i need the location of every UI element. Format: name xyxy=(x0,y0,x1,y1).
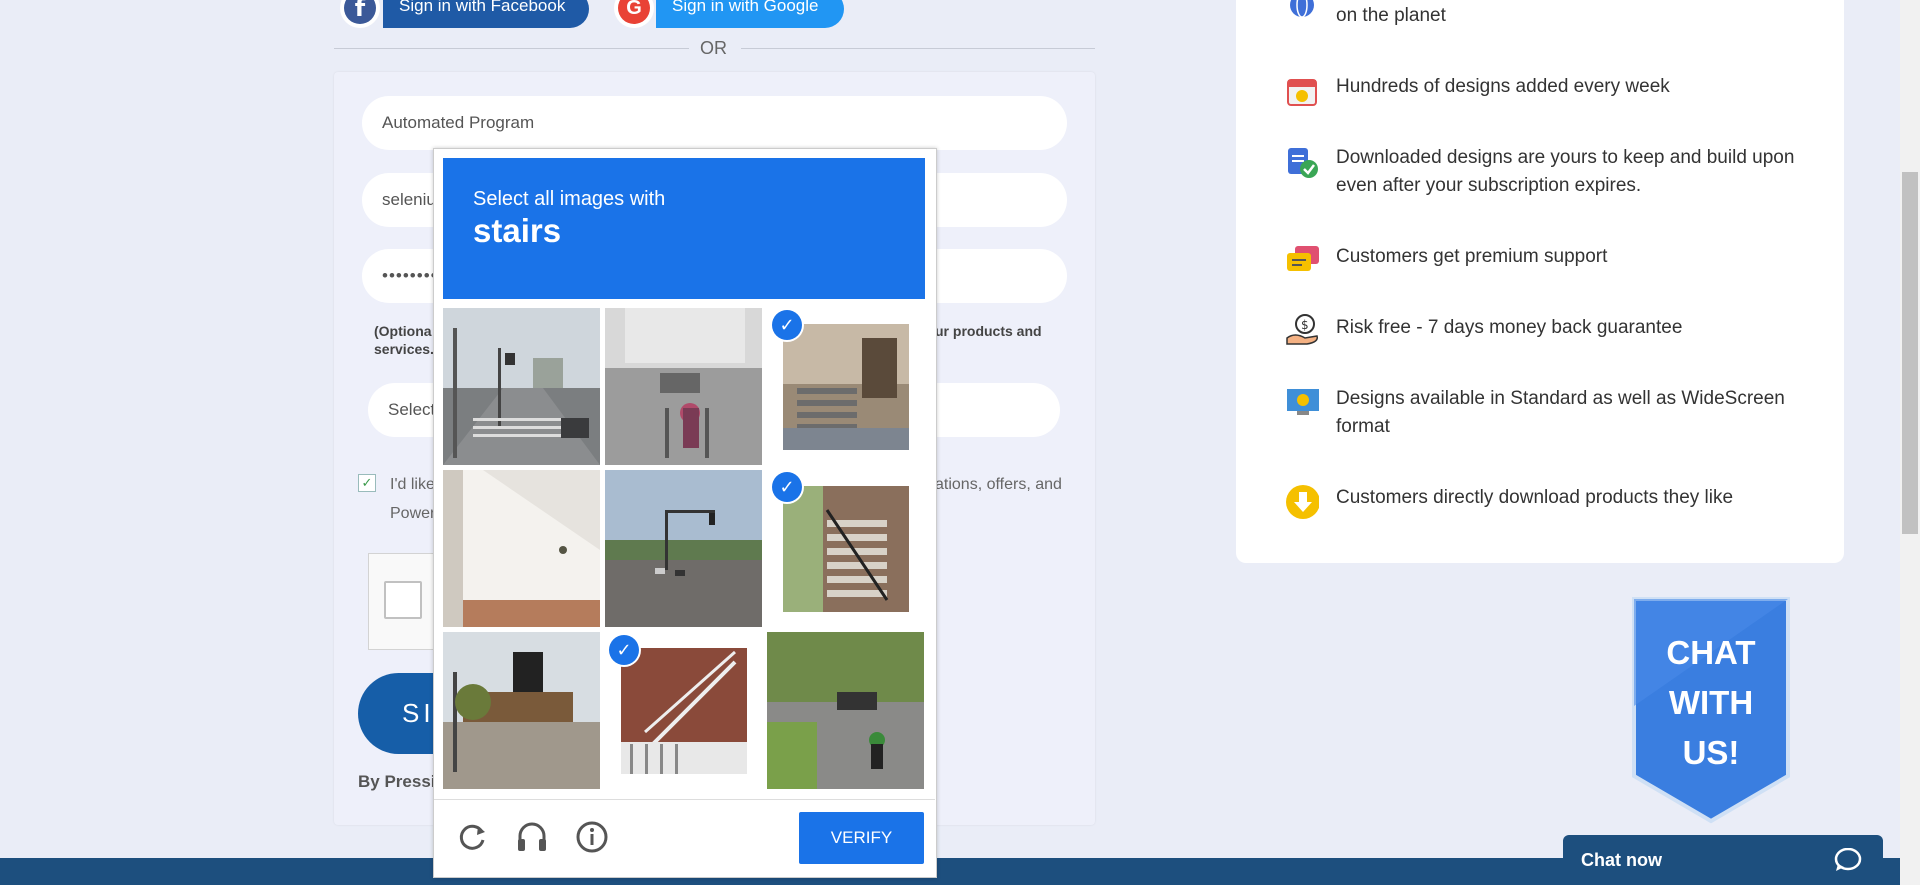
info-icon[interactable] xyxy=(575,820,609,854)
refresh-icon[interactable] xyxy=(455,820,489,854)
challenge-tile-5[interactable] xyxy=(605,470,762,627)
feature-text-1: on the planet xyxy=(1336,5,1446,26)
challenge-tile-2[interactable] xyxy=(605,308,762,465)
road-motorcycle-image xyxy=(767,632,924,789)
feature-text-5: Risk free - 7 days money back guarantee xyxy=(1336,317,1683,338)
or-separator: OR xyxy=(700,38,727,58)
divider-right xyxy=(741,48,1095,49)
challenge-tile-9[interactable] xyxy=(767,632,924,789)
facebook-icon[interactable]: f xyxy=(340,0,380,28)
money-hand-icon: $ xyxy=(1285,313,1319,347)
challenge-tile-1[interactable] xyxy=(443,308,600,465)
challenge-footer-divider xyxy=(434,799,935,800)
consent-text: I'd like xyxy=(390,476,435,493)
feature-text-6: Designs available in Standard as well as… xyxy=(1336,388,1785,437)
challenge-tile-7[interactable] xyxy=(443,632,600,789)
tile-8-check-icon: ✓ xyxy=(609,635,639,665)
recaptcha-checkbox[interactable] xyxy=(384,581,422,619)
intersection-image xyxy=(443,632,600,789)
monitor-icon xyxy=(1285,385,1319,419)
chat-badge-line-3: US! xyxy=(1682,734,1740,771)
feature-text-2: Hundreds of designs added every week xyxy=(1336,76,1670,97)
consent-text-line2: Power xyxy=(390,505,436,522)
google-signin-button[interactable]: Sign in with Google xyxy=(656,0,844,28)
chat-bubble-icon[interactable] xyxy=(1834,847,1862,872)
divider-left xyxy=(334,48,689,49)
building-roof-image xyxy=(443,470,600,627)
chat-badge-line-2: WITH xyxy=(1668,684,1754,721)
optional-note-line2: services. xyxy=(374,341,434,357)
scrollbar-thumb[interactable] xyxy=(1902,172,1918,534)
chat-badge-line-1: CHAT xyxy=(1666,634,1756,671)
challenge-tile-4[interactable] xyxy=(443,470,600,627)
optional-note-right: ur products and xyxy=(935,323,1042,339)
google-icon[interactable]: G xyxy=(614,0,654,28)
consent-text-right: ations, offers, and xyxy=(935,476,1062,493)
challenge-prompt: Select all images with xyxy=(473,188,666,210)
optional-note: (Optiona xyxy=(374,323,432,339)
road-image xyxy=(605,470,762,627)
verify-button[interactable]: VERIFY xyxy=(799,812,924,864)
feature-text-7: Customers directly download products the… xyxy=(1336,487,1734,508)
tile-3-check-icon: ✓ xyxy=(772,310,802,340)
feature-text-4: Customers get premium support xyxy=(1336,246,1608,267)
chat-bubbles-icon xyxy=(1285,243,1319,277)
clipboard-check-icon xyxy=(1285,145,1319,179)
globe-icon xyxy=(1285,0,1319,22)
svg-text:$: $ xyxy=(1301,318,1309,332)
tile-6-check-icon: ✓ xyxy=(772,472,802,502)
consent-checkbox[interactable]: ✓ xyxy=(358,474,376,492)
download-icon xyxy=(1285,485,1319,519)
headphones-icon[interactable] xyxy=(515,820,549,854)
challenge-target: stairs xyxy=(473,212,562,249)
name-field[interactable]: Automated Program xyxy=(362,96,1067,150)
facebook-signin-button[interactable]: Sign in with Facebook xyxy=(383,0,589,28)
calendar-icon xyxy=(1285,74,1319,108)
sidewalk-image xyxy=(605,308,762,465)
feature-text-3: Downloaded designs are yours to keep and… xyxy=(1336,147,1795,196)
chat-badge-text[interactable]: CHAT WITH US! xyxy=(1631,628,1791,778)
street-image xyxy=(443,308,600,465)
